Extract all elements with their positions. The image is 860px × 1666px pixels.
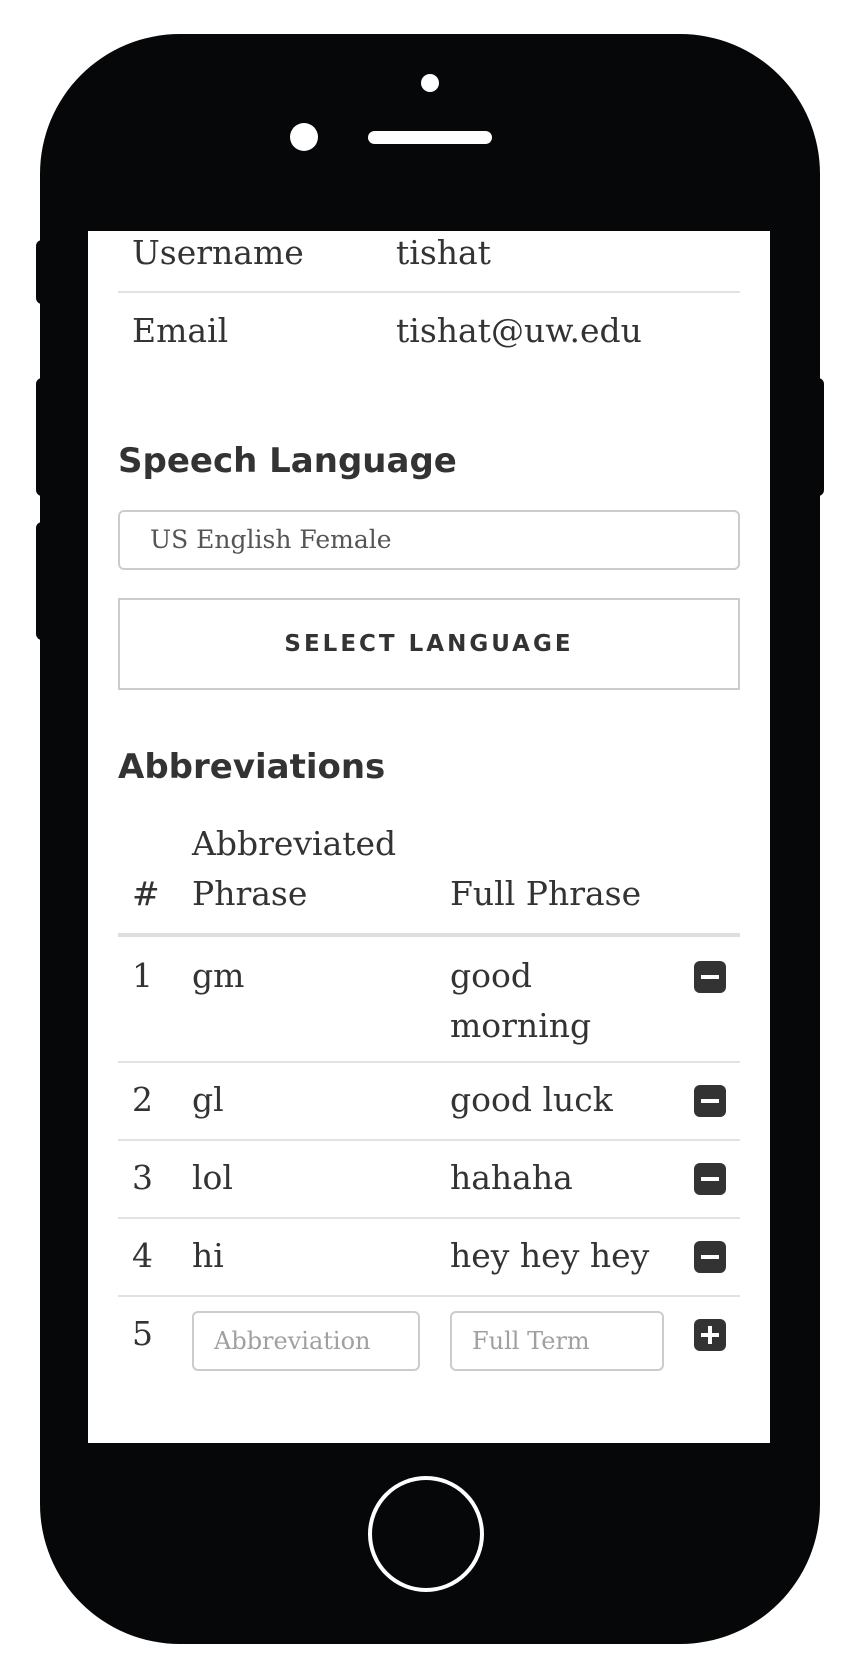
new-abbreviation-row: 5 [118,1297,740,1397]
row-abbreviation: gm [192,956,245,995]
abbreviations-heading: Abbreviations [118,747,386,787]
username-value: tishat [396,233,491,272]
abbreviation-input[interactable] [192,1311,420,1371]
header-number: # [132,874,160,913]
row-full-phrase: good luck [450,1080,613,1119]
header-abbreviated-phrase: Abbreviated Phrase [192,819,422,919]
row-abbreviation: lol [192,1158,233,1197]
speech-language-heading: Speech Language [118,441,457,481]
row-full-phrase: hey hey hey [450,1236,650,1275]
proximity-sensor [421,74,439,92]
row-number: 5 [132,1314,153,1353]
email-value: tishat@uw.edu [396,311,642,350]
minus-square-icon[interactable] [694,1085,726,1117]
front-camera [290,123,318,151]
plus-square-icon[interactable] [694,1319,726,1351]
row-divider [118,291,740,293]
row-full-phrase: good morning [450,951,650,1051]
username-label: Username [132,233,304,272]
full-phrase-line2: morning [450,1006,592,1045]
row-abbreviation: hi [192,1236,224,1275]
language-field[interactable]: US English Female [118,510,740,570]
table-row: 1 gm good morning [118,937,740,1063]
row-number: 3 [132,1158,153,1197]
full-phrase-line1: good [450,956,532,995]
header-full-phrase: Full Phrase [450,874,642,913]
earpiece-speaker [368,131,492,144]
row-abbreviation: gl [192,1080,224,1119]
table-row: 4 hi hey hey hey [118,1219,740,1297]
row-number: 4 [132,1236,153,1275]
minus-square-icon[interactable] [694,1163,726,1195]
row-full-phrase: hahaha [450,1158,573,1197]
email-label: Email [132,311,229,350]
header-abbr-line2: Phrase [192,874,308,913]
header-abbr-line1: Abbreviated [192,824,397,863]
minus-square-icon[interactable] [694,961,726,993]
select-language-button[interactable]: SELECT LANGUAGE [118,598,740,690]
phone-screen: Username tishat Email tishat@uw.edu Spee… [88,231,770,1443]
row-number: 1 [132,956,153,995]
minus-square-icon[interactable] [694,1241,726,1273]
row-number: 2 [132,1080,153,1119]
table-row: 2 gl good luck [118,1063,740,1141]
home-button[interactable] [368,1476,484,1592]
table-row: 3 lol hahaha [118,1141,740,1219]
full-term-input[interactable] [450,1311,664,1371]
